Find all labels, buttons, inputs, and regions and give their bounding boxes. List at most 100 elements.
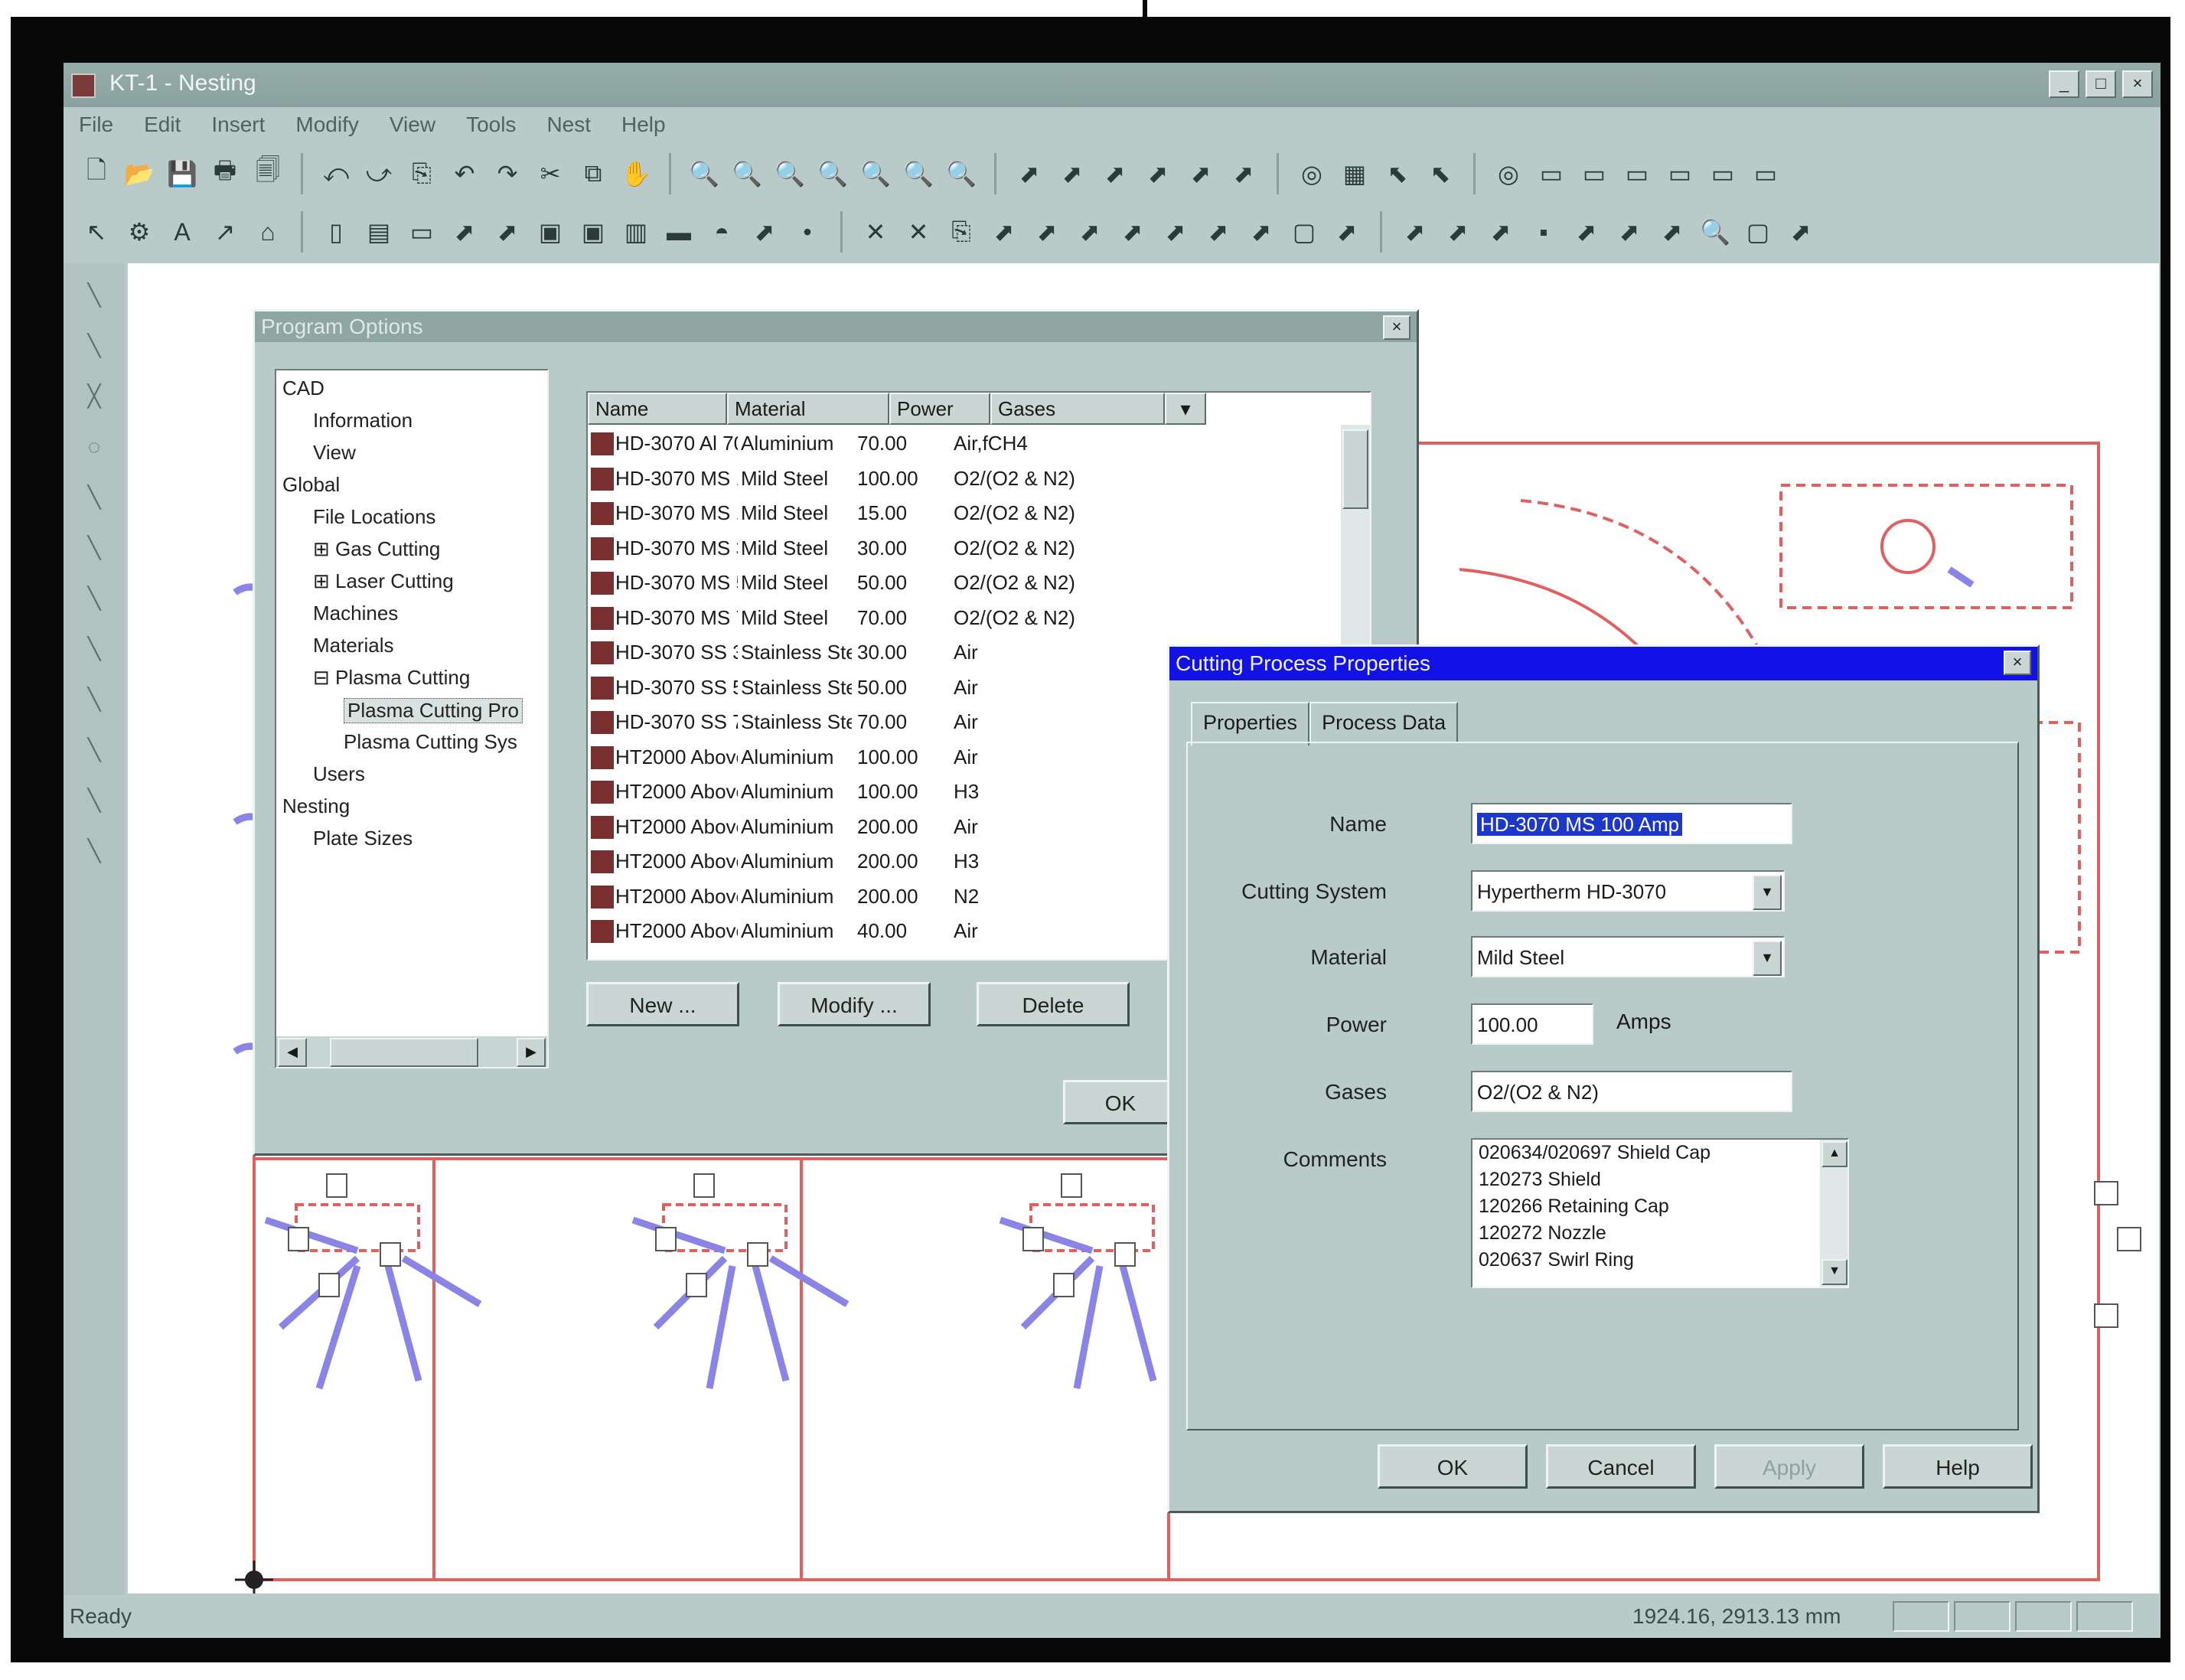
toolbar-button-6-icon[interactable]: ⤻ (361, 156, 396, 191)
comments-scrollbar[interactable]: ▲ ▼ (1820, 1140, 1847, 1287)
modify-button[interactable]: Modify ... (778, 982, 931, 1026)
toolbar-button-32-icon[interactable]: ▭ (1577, 156, 1612, 191)
toolbar-button-4-icon[interactable]: 🗐 (250, 156, 285, 191)
cutting-process-close-button[interactable]: × (2004, 651, 2031, 675)
ok-button[interactable]: OK (1378, 1444, 1528, 1489)
draw-tool-2-icon[interactable]: A (165, 214, 200, 250)
tree-node[interactable]: Materials (313, 634, 393, 657)
tree-node[interactable]: Plasma Cutting Sys (344, 730, 517, 754)
column-gases[interactable]: Gases (990, 393, 1165, 425)
draw-tool-9-icon[interactable]: ⬈ (490, 214, 525, 250)
menu-modify[interactable]: Modify (295, 113, 358, 137)
material-select[interactable]: Mild Steel ▼ (1471, 936, 1785, 977)
menu-edit[interactable]: Edit (144, 113, 181, 137)
toolbar-button-33-icon[interactable]: ▭ (1619, 156, 1655, 191)
tree-node[interactable]: Plasma Cutting Pro (344, 698, 523, 723)
toolbar-button-0-icon[interactable]: 🗋 (79, 156, 114, 191)
draw-tool-0-icon[interactable]: ↖ (79, 214, 114, 250)
draw-tool-36-icon[interactable]: 🔍 (1697, 214, 1733, 250)
toolbar-button-30-icon[interactable]: ◎ (1491, 156, 1526, 191)
draw-tool-6-icon[interactable]: ▤ (361, 214, 396, 250)
toolbar-button-36-icon[interactable]: ▭ (1748, 156, 1783, 191)
toolbar-button-13-icon[interactable]: 🔍 (686, 156, 722, 191)
scroll-left-icon[interactable]: ◀ (278, 1038, 307, 1067)
close-button[interactable]: × (2122, 70, 2153, 98)
cancel-button[interactable]: Cancel (1546, 1444, 1696, 1489)
draw-tool-31-icon[interactable]: ⬈ (1483, 214, 1518, 250)
side-tool-1-icon[interactable]: ╲ (77, 329, 111, 363)
toolbar-button-25-icon[interactable]: ⬈ (1226, 156, 1261, 191)
draw-tool-18-icon[interactable]: ✕ (901, 214, 936, 250)
tab-properties[interactable]: Properties (1191, 702, 1310, 746)
toolbar-button-29-icon[interactable]: ⬉ (1423, 156, 1458, 191)
draw-tool-23-icon[interactable]: ⬈ (1115, 214, 1150, 250)
draw-tool-7-icon[interactable]: ▭ (404, 214, 439, 250)
toolbar-button-2-icon[interactable]: 💾 (165, 156, 200, 191)
toolbar-button-14-icon[interactable]: 🔍 (729, 156, 765, 191)
toolbar-button-12-icon[interactable]: ✋ (618, 156, 654, 191)
menu-help[interactable]: Help (621, 113, 666, 137)
draw-tool-26-icon[interactable]: ⬈ (1244, 214, 1279, 250)
delete-button[interactable]: Delete (977, 982, 1130, 1026)
toolbar-button-11-icon[interactable]: ⧉ (576, 156, 611, 191)
tree-node[interactable]: Nesting (282, 794, 350, 818)
tree-node[interactable]: Global (282, 473, 340, 497)
table-row[interactable]: HD-3070 MS 100 AmpMild Steel 100.00 O2/(O2… (588, 462, 1322, 496)
toolbar-button-16-icon[interactable]: 🔍 (815, 156, 850, 191)
draw-tool-13-icon[interactable]: ▬ (661, 214, 696, 250)
comments-textarea[interactable]: 020634/020697 Shield Cap 120273 Shield 120… (1471, 1138, 1849, 1288)
scroll-down-icon[interactable]: ▼ (1821, 1259, 1847, 1285)
draw-tool-27-icon[interactable]: ▢ (1287, 214, 1322, 250)
side-tool-5-icon[interactable]: ╲ (77, 531, 111, 565)
draw-tool-29-icon[interactable]: ⬈ (1397, 214, 1433, 250)
draw-tool-21-icon[interactable]: ⬈ (1029, 214, 1065, 250)
menu-insert[interactable]: Insert (211, 113, 265, 137)
draw-tool-14-icon[interactable]: ◓ (704, 214, 739, 250)
toolbar-button-17-icon[interactable]: 🔍 (858, 156, 893, 191)
column-material[interactable]: Material (727, 393, 889, 425)
toolbar-button-8-icon[interactable]: ↶ (447, 156, 482, 191)
draw-tool-16-icon[interactable]: • (790, 214, 825, 250)
draw-tool-22-icon[interactable]: ⬈ (1072, 214, 1107, 250)
options-tree[interactable]: CAD Information View Global File Locations ⊞ … (275, 369, 549, 1068)
draw-tool-5-icon[interactable]: ▯ (318, 214, 354, 250)
minimize-button[interactable]: _ (2049, 70, 2079, 98)
apply-button[interactable]: Apply (1714, 1444, 1864, 1489)
side-tool-8-icon[interactable]: ╲ (77, 683, 111, 716)
list-scroll-thumb[interactable] (1342, 429, 1368, 509)
column-name[interactable]: Name (588, 393, 727, 425)
toolbar-button-9-icon[interactable]: ↷ (490, 156, 525, 191)
draw-tool-25-icon[interactable]: ⬈ (1201, 214, 1236, 250)
toolbar-button-31-icon[interactable]: ▭ (1534, 156, 1569, 191)
side-tool-7-icon[interactable]: ╲ (77, 632, 111, 666)
draw-tool-34-icon[interactable]: ⬈ (1612, 214, 1647, 250)
toolbar-button-26-icon[interactable]: ◎ (1294, 156, 1329, 191)
tree-node[interactable]: ⊞ Gas Cutting (313, 537, 440, 561)
side-tool-10-icon[interactable]: ╲ (77, 784, 111, 817)
draw-tool-11-icon[interactable]: ▣ (576, 214, 611, 250)
side-tool-3-icon[interactable]: ◌ (77, 430, 111, 464)
draw-tool-15-icon[interactable]: ⬈ (747, 214, 782, 250)
side-tool-4-icon[interactable]: ╲ (77, 481, 111, 514)
menu-nest[interactable]: Nest (546, 113, 591, 137)
toolbar-button-35-icon[interactable]: ▭ (1705, 156, 1740, 191)
toolbar-button-20-icon[interactable]: ⬈ (1012, 156, 1047, 191)
draw-tool-35-icon[interactable]: ⬈ (1655, 214, 1690, 250)
toolbar-button-18-icon[interactable]: 🔍 (901, 156, 936, 191)
draw-tool-33-icon[interactable]: ⬈ (1569, 214, 1604, 250)
toolbar-button-27-icon[interactable]: ▦ (1337, 156, 1372, 191)
side-tool-6-icon[interactable]: ╲ (77, 582, 111, 615)
tree-node[interactable]: File Locations (313, 505, 435, 529)
toolbar-button-1-icon[interactable]: 📂 (122, 156, 157, 191)
tree-horizontal-scrollbar[interactable]: ◀ ▶ (276, 1036, 547, 1067)
tree-node[interactable]: Machines (313, 602, 398, 625)
draw-tool-10-icon[interactable]: ▣ (533, 214, 568, 250)
scroll-right-icon[interactable]: ▶ (517, 1038, 546, 1067)
tree-node[interactable]: Users (313, 762, 365, 786)
chevron-down-icon[interactable]: ▼ (1753, 941, 1782, 976)
draw-tool-4-icon[interactable]: ⌂ (250, 214, 285, 250)
toolbar-button-23-icon[interactable]: ⬈ (1140, 156, 1176, 191)
side-tool-9-icon[interactable]: ╲ (77, 733, 111, 767)
menu-tools[interactable]: Tools (466, 113, 516, 137)
tree-node[interactable]: CAD (282, 377, 324, 400)
